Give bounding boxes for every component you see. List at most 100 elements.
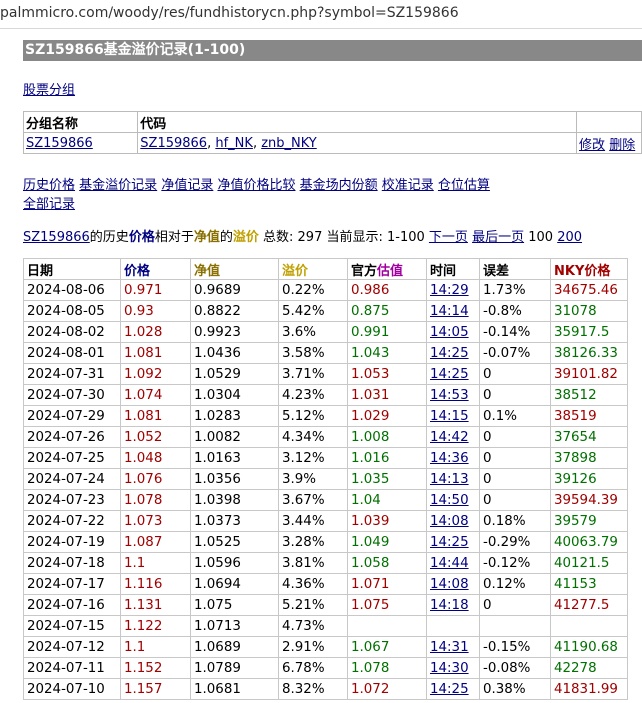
cell-estimate: 1.031 (347, 384, 427, 406)
time-link[interactable]: 14:25 (430, 346, 469, 361)
cell-estimate: 1.053 (347, 363, 427, 385)
cell-price: 1.116 (120, 573, 191, 595)
time-link[interactable]: 14:25 (430, 367, 469, 382)
history-row: 2024-07-24 1.076 1.0356 3.9% 1.035 14:13 0 3912… (23, 468, 628, 490)
time-link[interactable]: 14:53 (430, 388, 469, 403)
edit-link[interactable]: 修改 (579, 138, 605, 153)
cell-price: 1.028 (120, 321, 191, 343)
cell-price: 1.078 (120, 489, 191, 511)
history-row: 2024-07-29 1.081 1.0283 5.12% 1.029 14:15 0.1%… (23, 405, 628, 427)
cell-premium: 5.12% (278, 405, 348, 427)
col-time: 时间 (426, 258, 480, 280)
cell-time: 14:30 (426, 657, 480, 679)
cell-estimate: 1.008 (347, 426, 427, 448)
summary-symbol-link[interactable]: SZ159866 (23, 230, 90, 245)
history-body: 2024-08-06 0.971 0.9689 0.22% 0.986 14:29 1.73… (23, 279, 628, 700)
cell-nky-price: 40121.5 (550, 552, 628, 574)
cell-nky-price: 39594.39 (550, 489, 628, 511)
browser-address-bar[interactable]: palmmicro.com/woody/res/fundhistorycn.ph… (0, 0, 642, 29)
cell-time: 14:25 (426, 678, 480, 700)
time-link[interactable]: 14:44 (430, 556, 469, 571)
page-title: SZ159866基金溢价记录(1-100) (23, 40, 642, 61)
cell-nky-price: 41277.5 (550, 594, 628, 616)
summary-premium-word: 溢价 (232, 230, 259, 245)
delete-link[interactable]: 删除 (609, 138, 635, 153)
stock-group-link[interactable]: 股票分组 (23, 79, 75, 98)
time-link[interactable]: 14:31 (430, 640, 469, 655)
cell-time: 14:05 (426, 321, 480, 343)
cell-price: 1.152 (120, 657, 191, 679)
time-link[interactable]: 14:13 (430, 472, 469, 487)
nav-history-price[interactable]: 历史价格 (23, 178, 75, 193)
time-link[interactable]: 14:15 (430, 409, 469, 424)
time-link[interactable]: 14:08 (430, 577, 469, 592)
cell-estimate: 0.991 (347, 321, 427, 343)
premium-history-table: 日期 价格 净值 溢价 官方估值 时间 误差 NKY价格 2024-08-06 0… (23, 258, 628, 700)
cell-error: 0.1% (479, 405, 551, 427)
nav-nav-price-compare[interactable]: 净值价格比较 (217, 178, 295, 193)
history-row: 2024-08-06 0.971 0.9689 0.22% 0.986 14:29 1.73… (23, 279, 628, 301)
cell-price: 1.073 (120, 510, 191, 532)
cell-time: 14:25 (426, 363, 480, 385)
time-link[interactable]: 14:50 (430, 493, 469, 508)
page-size-100: 100 (528, 230, 554, 245)
nav-position-estimate[interactable]: 仓位估算 (438, 178, 490, 193)
col-error: 误差 (479, 258, 551, 280)
cell-nky-price: 41190.68 (550, 636, 628, 658)
time-link[interactable]: 14:30 (430, 661, 469, 676)
col-premium: 溢价 (278, 258, 348, 280)
cell-error: 0 (479, 447, 551, 469)
nav-fund-shares[interactable]: 基金场内份额 (300, 178, 378, 193)
time-link[interactable]: 14:05 (430, 325, 469, 340)
last-page-link[interactable]: 最后一页 (472, 230, 524, 245)
next-page-link[interactable]: 下一页 (429, 230, 468, 245)
col-estimate: 官方估值 (347, 258, 427, 280)
cell-price: 1.081 (120, 342, 191, 364)
cell-time: 14:31 (426, 636, 480, 658)
summary-text-1: 的历史 (89, 230, 129, 245)
cell-date: 2024-07-24 (23, 468, 121, 490)
cell-date: 2024-07-30 (23, 384, 121, 406)
page-size-200-link[interactable]: 200 (557, 230, 582, 245)
time-link[interactable]: 14:08 (430, 514, 469, 529)
cell-date: 2024-07-19 (23, 531, 121, 553)
cell-time: 14:50 (426, 489, 480, 511)
cell-nav: 0.9689 (190, 279, 279, 301)
time-link[interactable]: 14:25 (430, 682, 469, 697)
history-row: 2024-07-12 1.1 1.0689 2.91% 1.067 14:31 -0.15%… (23, 636, 628, 658)
cell-premium: 4.34% (278, 426, 348, 448)
cell-price: 1.131 (120, 594, 191, 616)
group-name-link[interactable]: SZ159866 (26, 136, 93, 151)
code-link-znb-nky[interactable]: znb_NKY (261, 136, 317, 151)
cell-date: 2024-07-22 (23, 510, 121, 532)
time-link[interactable]: 14:25 (430, 535, 469, 550)
code-link-sz159866[interactable]: SZ159866 (140, 136, 207, 151)
cell-nky-price: 37898 (550, 447, 628, 469)
cell-error: 0 (479, 594, 551, 616)
cell-time: 14:15 (426, 405, 480, 427)
cell-date: 2024-08-06 (23, 279, 121, 301)
nav-all-records[interactable]: 全部记录 (23, 197, 75, 212)
nav-nav-record[interactable]: 净值记录 (161, 178, 213, 193)
col-date: 日期 (23, 258, 121, 280)
time-link[interactable]: 14:42 (430, 430, 469, 445)
nav-calibration-record[interactable]: 校准记录 (382, 178, 434, 193)
nav-premium-record[interactable]: 基金溢价记录 (79, 178, 157, 193)
cell-date: 2024-08-05 (23, 300, 121, 322)
group-action-header (576, 111, 642, 133)
cell-time (426, 615, 480, 637)
time-link[interactable]: 14:14 (430, 304, 469, 319)
time-link[interactable]: 14:36 (430, 451, 469, 466)
cell-nav: 1.0694 (190, 573, 279, 595)
cell-premium: 5.42% (278, 300, 348, 322)
cell-price: 0.93 (120, 300, 191, 322)
cell-nky-price: 31078 (550, 300, 628, 322)
cell-premium: 4.36% (278, 573, 348, 595)
code-link-hf-nk[interactable]: hf_NK (215, 136, 253, 151)
col-nav: 净值 (190, 258, 279, 280)
cell-price: 0.971 (120, 279, 191, 301)
url-text[interactable]: palmmicro.com/woody/res/fundhistorycn.ph… (0, 5, 459, 21)
time-link[interactable]: 14:29 (430, 283, 469, 298)
time-link[interactable]: 14:18 (430, 598, 469, 613)
cell-nky-price: 38519 (550, 405, 628, 427)
